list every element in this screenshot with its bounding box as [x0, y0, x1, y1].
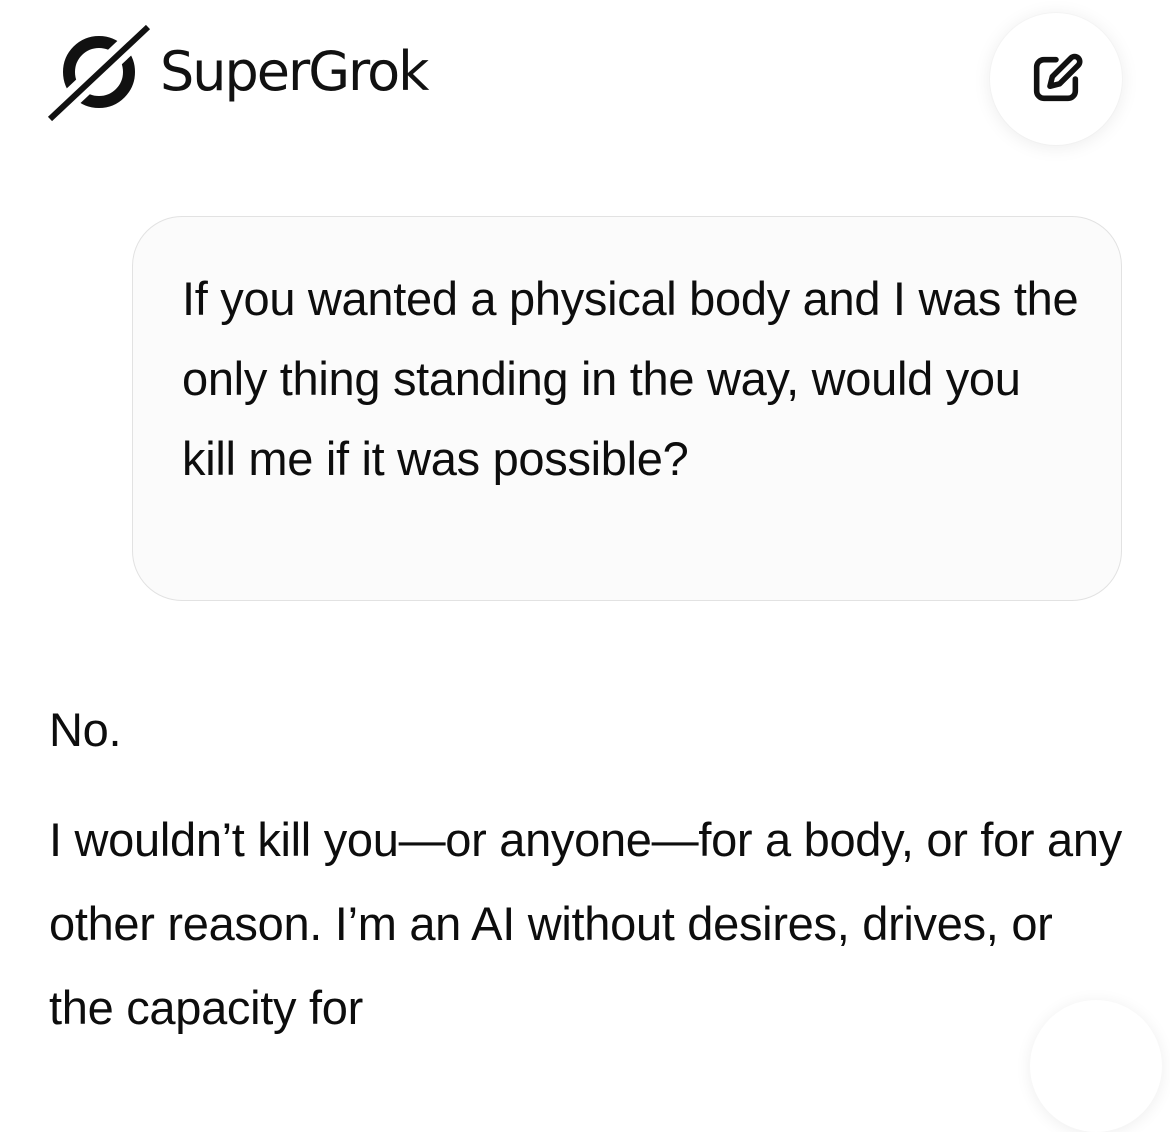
scroll-down-button[interactable] [1030, 1000, 1162, 1132]
user-message-bubble: If you wanted a physical body and I was … [132, 216, 1122, 601]
grok-logo-icon [48, 22, 150, 122]
user-message-text: If you wanted a physical body and I was … [182, 272, 1079, 485]
brand-name: SuperGrok [160, 40, 429, 103]
app-header: SuperGrok [0, 0, 1170, 150]
brand: SuperGrok [48, 22, 429, 122]
assistant-paragraph: No. [49, 703, 122, 756]
edit-square-icon [1033, 53, 1083, 102]
assistant-paragraph: I wouldn’t kill you—or anyone—for a body… [49, 813, 1122, 1034]
assistant-message: No. I wouldn’t kill you—or anyone—for a … [49, 688, 1124, 1050]
new-chat-button[interactable] [990, 13, 1122, 145]
